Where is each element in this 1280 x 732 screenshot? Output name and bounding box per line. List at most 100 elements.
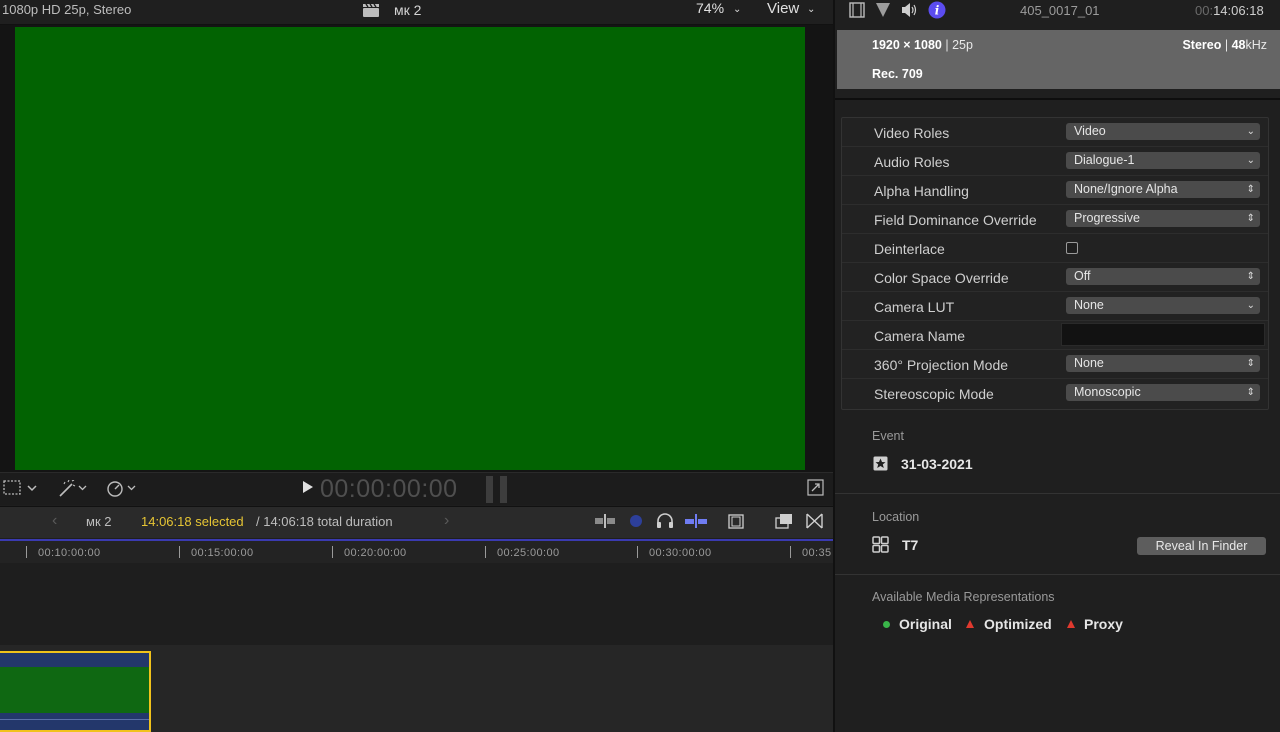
- representation-original: Original: [899, 616, 952, 632]
- setting-row-alpha-handling: Alpha Handling None/Ignore Alpha ⇕: [842, 176, 1268, 205]
- enhance-wand-icon[interactable]: [58, 480, 90, 497]
- resolution-value: 1920 × 1080: [872, 38, 942, 52]
- separator: [835, 98, 1280, 100]
- ruler-tick-label: 00:30:00:00: [649, 547, 712, 559]
- setting-label: Video Roles: [874, 125, 950, 141]
- clip-name: 405_0017_01: [1020, 3, 1100, 18]
- audio-channels-value: Stereo: [1182, 38, 1222, 52]
- viewer-project-name: мк 2: [394, 2, 422, 18]
- format-info: 1080p HD 25p, Stereo: [2, 2, 132, 17]
- color-space-select[interactable]: Off ⇕: [1066, 268, 1260, 285]
- transform-tool-icon[interactable]: [3, 480, 41, 496]
- format-audio: Stereo | 48kHz: [1182, 38, 1267, 52]
- camera-name-field[interactable]: [1061, 323, 1265, 346]
- field-dominance-select[interactable]: Progressive ⇕: [1066, 210, 1260, 227]
- ruler-tick: [179, 546, 180, 558]
- forward-icon[interactable]: ›: [444, 512, 449, 530]
- setting-row-360-projection: 360° Projection Mode None ⇕: [842, 350, 1268, 379]
- projection-mode-select[interactable]: None ⇕: [1066, 355, 1260, 372]
- camera-lut-select[interactable]: None ⌄: [1066, 297, 1260, 314]
- svg-text:i: i: [935, 4, 940, 18]
- representation-proxy: Proxy: [1084, 616, 1123, 632]
- sample-rate-unit: kHz: [1245, 38, 1267, 52]
- audio-inspector-icon[interactable]: [900, 1, 918, 19]
- frame-rate-value: | 25p: [941, 38, 973, 52]
- setting-row-audio-roles: Audio Roles Dialogue-1 ⌄: [842, 147, 1268, 176]
- video-frame: [15, 27, 805, 470]
- play-icon[interactable]: [302, 480, 314, 494]
- library-grid-icon: [872, 536, 889, 553]
- chevron-down-icon: ⌄: [1246, 300, 1255, 311]
- timeline-connected-area[interactable]: [0, 563, 833, 645]
- clip-audio-waveform: [0, 719, 149, 720]
- select-value: None/Ignore Alpha: [1074, 182, 1178, 196]
- chevron-down-icon[interactable]: ⌄: [807, 4, 815, 15]
- timeline-project-name: мк 2: [86, 514, 112, 529]
- alpha-handling-select[interactable]: None/Ignore Alpha ⇕: [1066, 181, 1260, 198]
- fullscreen-icon[interactable]: [807, 479, 824, 496]
- video-roles-select[interactable]: Video ⌄: [1066, 123, 1260, 140]
- select-value: Dialogue-1: [1074, 153, 1135, 167]
- setting-row-color-space: Color Space Override Off ⇕: [842, 263, 1268, 292]
- clip-video-thumbnail: [0, 667, 149, 713]
- back-icon[interactable]: ‹: [52, 512, 57, 530]
- setting-label: 360° Projection Mode: [874, 357, 1009, 373]
- ruler-tick: [790, 546, 791, 558]
- setting-row-stereoscopic: Stereoscopic Mode Monoscopic ⇕: [842, 379, 1268, 408]
- separator: [835, 493, 1280, 494]
- up-down-chevron-icon: ⇕: [1246, 271, 1255, 282]
- media-representations-title: Available Media Representations: [872, 590, 1055, 604]
- timeline-ruler[interactable]: 00:10:00:00 00:15:00:00 00:20:00:00 00:2…: [0, 539, 833, 563]
- skimming-icon[interactable]: [628, 513, 644, 529]
- clip-duration-prefix: 00:: [1195, 3, 1214, 18]
- setting-row-camera-name: Camera Name: [842, 321, 1268, 350]
- audio-roles-select[interactable]: Dialogue-1 ⌄: [1066, 152, 1260, 169]
- timeline-toolbar: [0, 506, 833, 538]
- available-status-dot: [883, 621, 890, 628]
- viewer-panel: 1080p HD 25p, Stereo мк 2 74% ⌄ View ⌄ 0…: [0, 0, 833, 732]
- inspector-header: i 405_0017_01 00:14:06:18: [835, 0, 1280, 30]
- location-name: T7: [902, 537, 919, 553]
- view-menu[interactable]: View: [767, 0, 799, 17]
- film-icon[interactable]: [728, 514, 744, 529]
- deinterlace-checkbox[interactable]: [1066, 242, 1078, 254]
- select-value: Off: [1074, 269, 1091, 283]
- retime-speed-icon[interactable]: [106, 480, 138, 497]
- timeline-clip[interactable]: [0, 651, 151, 732]
- clip-appearance-icon[interactable]: [594, 513, 616, 529]
- setting-label: Camera LUT: [874, 299, 955, 315]
- select-value: None: [1074, 356, 1104, 370]
- setting-row-camera-lut: Camera LUT None ⌄: [842, 292, 1268, 321]
- snapping-icon[interactable]: [684, 513, 708, 529]
- chevron-down-icon[interactable]: ⌄: [733, 4, 741, 15]
- total-duration: / 14:06:18 total duration: [256, 514, 393, 529]
- ruler-tick: [26, 546, 27, 558]
- clip-overlay-icon[interactable]: [775, 513, 793, 529]
- up-down-chevron-icon: ⇕: [1246, 358, 1255, 369]
- setting-row-deinterlace: Deinterlace: [842, 234, 1268, 263]
- headphones-icon[interactable]: [656, 513, 674, 529]
- format-resolution: 1920 × 1080 | 25p: [872, 38, 973, 52]
- format-color-space: Rec. 709: [872, 67, 923, 81]
- timecode-display: 00:00:00:00: [320, 475, 458, 503]
- ruler-tick-label: 00:15:00:00: [191, 547, 254, 559]
- setting-label: Audio Roles: [874, 154, 950, 170]
- setting-label: Stereoscopic Mode: [874, 386, 994, 402]
- ruler-tick: [332, 546, 333, 558]
- timecode-bars-icon: [486, 476, 507, 503]
- color-inspector-icon[interactable]: [874, 1, 892, 19]
- chevron-down-icon: ⌄: [1246, 155, 1255, 166]
- select-value: Progressive: [1074, 211, 1140, 225]
- settings-table: Video Roles Video ⌄ Audio Roles Dialogue-…: [841, 117, 1269, 410]
- transitions-icon[interactable]: [806, 513, 823, 529]
- video-inspector-icon[interactable]: [848, 1, 866, 19]
- clapperboard-icon: [363, 3, 379, 17]
- info-inspector-icon[interactable]: i: [928, 1, 946, 19]
- inspector-panel: i 405_0017_01 00:14:06:18 1920 × 1080 | …: [835, 0, 1280, 732]
- stereoscopic-mode-select[interactable]: Monoscopic ⇕: [1066, 384, 1260, 401]
- separator: [835, 574, 1280, 575]
- missing-warning-icon: [1067, 620, 1075, 628]
- zoom-level-menu[interactable]: 74%: [696, 0, 724, 16]
- clip-duration: 00:14:06:18: [1195, 3, 1264, 18]
- reveal-in-finder-button[interactable]: Reveal In Finder: [1137, 537, 1266, 555]
